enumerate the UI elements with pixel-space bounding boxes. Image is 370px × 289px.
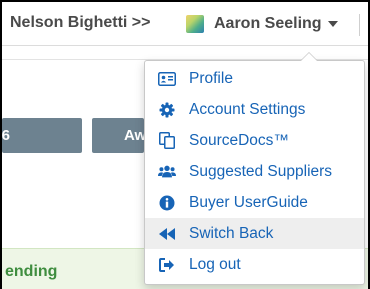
menu-item-switch-back[interactable]: Switch Back xyxy=(145,218,364,249)
menu-item-label: Buyer UserGuide xyxy=(189,193,308,211)
menu-item-label: Suggested Suppliers xyxy=(189,162,333,180)
top-bar: Nelson Bighetti >> Aaron Seeling xyxy=(2,2,368,46)
background-button[interactable]: 6 xyxy=(2,118,82,153)
user-menu-toggle[interactable]: Aaron Seeling xyxy=(186,12,338,36)
user-avatar xyxy=(186,15,204,33)
gear-icon xyxy=(158,101,176,119)
user-dropdown-menu: Profile Account Settings SourceDocs™ Sug… xyxy=(144,52,365,285)
users-icon xyxy=(158,163,176,181)
divider xyxy=(359,14,360,36)
menu-item-profile[interactable]: Profile xyxy=(145,63,364,94)
copy-docs-icon xyxy=(158,132,176,150)
id-card-icon xyxy=(158,70,176,88)
menu-item-sourcedocs[interactable]: SourceDocs™ xyxy=(145,125,364,156)
menu-item-label: Log out xyxy=(189,255,241,273)
menu-item-buyer-userguide[interactable]: Buyer UserGuide xyxy=(145,187,364,218)
backward-icon xyxy=(158,225,176,243)
menu-item-label: Profile xyxy=(189,69,233,87)
status-text: ending xyxy=(5,263,58,280)
background-button[interactable]: Aw xyxy=(92,118,146,153)
menu-item-label: SourceDocs™ xyxy=(189,131,289,149)
menu-item-account-settings[interactable]: Account Settings xyxy=(145,94,364,125)
menu-item-label: Account Settings xyxy=(189,100,306,118)
menu-item-label: Switch Back xyxy=(189,224,274,242)
menu-item-suggested-suppliers[interactable]: Suggested Suppliers xyxy=(145,156,364,187)
caret-down-icon xyxy=(327,21,338,27)
info-circle-icon xyxy=(158,194,176,212)
breadcrumb[interactable]: Nelson Bighetti >> xyxy=(10,14,150,32)
user-name: Aaron Seeling xyxy=(214,15,322,32)
menu-item-log-out[interactable]: Log out xyxy=(145,249,364,280)
sign-out-icon xyxy=(158,256,176,274)
